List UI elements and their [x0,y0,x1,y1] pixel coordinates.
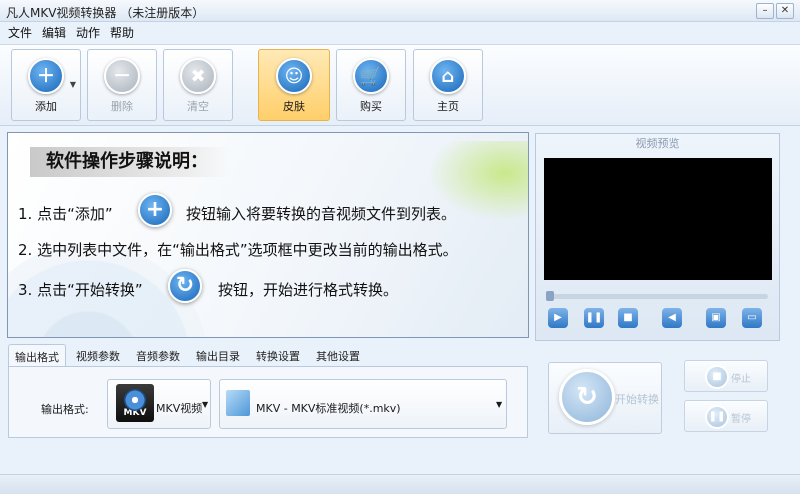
settings-tabs: 输出格式 视频参数 音频参数 输出目录 转换设置 其他设置 [8,344,370,366]
menu-bar: 文件 编辑 动作 帮助 [0,23,800,43]
home-label: 主页 [437,100,459,113]
refresh-icon: ↻ [168,269,202,303]
format-preset-select[interactable]: MKV - MKV标准视频(*.mkv) ▼ [219,379,507,429]
output-format-panel: 输出格式: MKV MKV视频 ▼ MKV - MKV标准视频(*.mkv) ▼ [8,366,528,438]
start-convert-button[interactable]: ↻ 开始转换 [548,362,662,434]
seek-bar[interactable] [546,291,768,301]
plus-icon: + [138,193,172,227]
delete-button[interactable]: － 删除 [87,49,157,121]
chevron-down-icon[interactable]: ▼ [496,400,502,409]
menu-action[interactable]: 动作 [74,23,102,43]
pause-icon: ❚❚ [705,405,729,429]
title-bar: 凡人MKV视频转换器 （未注册版本） – ✕ [0,0,800,22]
buy-button[interactable]: 🛒 购买 [336,49,406,121]
seek-handle[interactable] [546,291,554,301]
volume-icon[interactable]: ◀ [662,308,682,328]
format-preset-value: MKV - MKV标准视频(*.mkv) [256,402,401,415]
step-3-desc: 按钮，开始进行格式转换。 [218,281,399,299]
window-title: 凡人MKV视频转换器 （未注册版本） [6,6,205,20]
menu-file[interactable]: 文件 [6,23,34,43]
clear-x-icon: ✖ [180,58,216,94]
step-1-desc: 按钮输入将要转换的音视频文件到列表。 [186,205,457,223]
menu-edit[interactable]: 编辑 [40,23,68,43]
add-label: 添加 [35,100,57,113]
chevron-down-icon[interactable]: ▼ [202,400,208,409]
plus-icon: ＋ [28,58,64,94]
tab-video-params[interactable]: 视频参数 [70,344,126,366]
pause-icon[interactable]: ❚❚ [584,308,604,328]
window-controls: – ✕ [756,3,794,19]
close-button[interactable]: ✕ [776,3,794,19]
minimize-button[interactable]: – [756,3,774,19]
play-icon[interactable]: ▶ [548,308,568,328]
menu-help[interactable]: 帮助 [108,23,136,43]
instruction-title: 软件操作步骤说明： [30,147,230,177]
stop-icon[interactable]: ■ [618,308,638,328]
home-button[interactable]: ⌂ 主页 [413,49,483,121]
home-icon: ⌂ [430,58,466,94]
video-screen [544,158,772,280]
minus-icon: － [104,58,140,94]
tab-audio-params[interactable]: 音频参数 [130,344,186,366]
buy-label: 购买 [360,100,382,113]
stop-icon: ■ [705,365,729,389]
preview-title: 视频预览 [635,137,680,150]
start-convert-label: 开始转换 [615,393,659,406]
stop-label: 停止 [731,374,751,385]
pause-button[interactable]: ❚❚ 暂停 [684,400,768,432]
toolbar: ＋ ▼ 添加 － 删除 ✖ 清空 ☺ 皮肤 🛒 购买 ⌂ 主页 [0,44,800,126]
stop-button[interactable]: ■ 停止 [684,360,768,392]
format-category-value: MKV视频 [156,402,203,415]
refresh-icon: ↻ [559,369,615,425]
tab-other-settings[interactable]: 其他设置 [310,344,366,366]
format-category-select[interactable]: MKV MKV视频 ▼ [107,379,211,429]
tab-output-format[interactable]: 输出格式 [8,344,66,366]
folder-icon[interactable]: ▭ [742,308,762,328]
step-3-text: 3. 点击“开始转换” [18,281,143,299]
step-1-text: 1. 点击“添加” [18,205,113,223]
output-format-label: 输出格式: [41,403,89,416]
tab-convert-settings[interactable]: 转换设置 [250,344,306,366]
film-reel-icon [124,389,146,411]
video-cube-icon [226,390,250,416]
snapshot-icon[interactable]: ▣ [706,308,726,328]
add-button[interactable]: ＋ ▼ 添加 [11,49,81,121]
clear-button[interactable]: ✖ 清空 [163,49,233,121]
cart-icon: 🛒 [353,58,389,94]
skin-button[interactable]: ☺ 皮肤 [258,49,330,121]
skin-label: 皮肤 [283,100,305,113]
video-preview-panel: 视频预览 ▶ ❚❚ ■ ◀ ▣ ▭ [535,133,780,341]
clear-label: 清空 [187,100,209,113]
smiley-icon: ☺ [276,58,312,94]
status-bar [0,474,800,494]
delete-label: 删除 [111,100,133,113]
step-2-text: 2. 选中列表中文件，在“输出格式”选项框中更改当前的输出格式。 [18,241,458,259]
instruction-panel: 软件操作步骤说明： 1. 点击“添加” + 按钮输入将要转换的音视频文件到列表。… [7,132,529,338]
chevron-down-icon[interactable]: ▼ [70,80,76,89]
tab-output-dir[interactable]: 输出目录 [190,344,246,366]
mkv-video-icon: MKV [116,384,154,422]
pause-label: 暂停 [731,414,751,425]
